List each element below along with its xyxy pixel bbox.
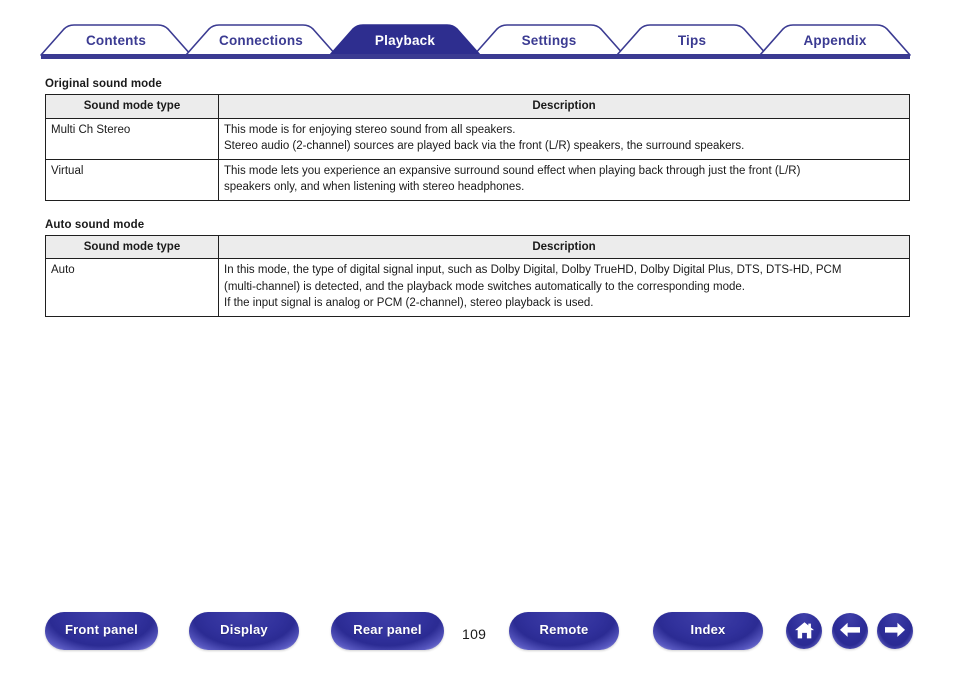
column-header-description: Description — [218, 94, 910, 119]
cell-description: In this mode, the type of digital signal… — [218, 258, 910, 317]
column-header-sound-mode-type: Sound mode type — [45, 94, 219, 119]
table-row: Multi Ch Stereo This mode is for enjoyin… — [45, 117, 910, 160]
description-line: This mode is for enjoying stereo sound f… — [224, 123, 516, 136]
arrow-left-icon[interactable] — [832, 613, 868, 649]
front-panel-button[interactable]: Front panel — [45, 612, 158, 650]
display-button-label: Display — [220, 622, 268, 637]
auto-sound-mode-table: Sound mode type Description Auto In this… — [45, 234, 910, 317]
cell-description: This mode lets you experience an expansi… — [218, 158, 910, 201]
description-line: (multi-channel) is detected, and the pla… — [224, 280, 745, 293]
tab-appendix[interactable]: Appendix — [763, 25, 907, 55]
page-number: 109 — [462, 626, 487, 642]
tab-playback[interactable]: Playback — [333, 25, 477, 55]
original-sound-mode-table: Sound mode type Description Multi Ch Ste… — [45, 94, 910, 201]
display-button[interactable]: Display — [189, 612, 299, 650]
cell-sound-mode-type: Auto — [45, 258, 219, 317]
index-button-label: Index — [690, 622, 726, 637]
tab-settings-label: Settings — [521, 32, 577, 48]
description-line: Stereo audio (2-channel) sources are pla… — [224, 140, 745, 152]
section-title-auto-sound-mode: Auto sound mode — [45, 218, 145, 231]
tab-settings[interactable]: Settings — [477, 25, 621, 55]
tab-connections[interactable]: Connections — [189, 25, 333, 55]
footer-navigation: Front panel Display Rear panel 109 Remot… — [0, 612, 954, 673]
section-title-original-sound-mode: Original sound mode — [45, 78, 162, 90]
tab-contents-label: Contents — [85, 32, 147, 48]
rear-panel-button-label: Rear panel — [353, 622, 422, 637]
front-panel-button-label: Front panel — [65, 622, 138, 637]
table-header-row: Sound mode type Description — [45, 234, 910, 259]
tab-bar: Contents Connections Playback Settings T… — [0, 0, 954, 62]
table-row: Virtual This mode lets you experience an… — [45, 158, 910, 201]
arrow-right-icon[interactable] — [877, 613, 913, 649]
remote-button[interactable]: Remote — [509, 612, 619, 650]
tab-tips-label: Tips — [677, 32, 707, 48]
rear-panel-button[interactable]: Rear panel — [331, 612, 444, 650]
column-header-description: Description — [218, 234, 910, 259]
description-line: speakers only, and when listening with s… — [224, 181, 525, 193]
index-button[interactable]: Index — [653, 612, 763, 650]
description-line: If the input signal is analog or PCM (2-… — [224, 297, 594, 309]
table-header-row: Sound mode type Description — [45, 94, 910, 119]
tab-contents[interactable]: Contents — [44, 25, 188, 55]
home-icon[interactable] — [786, 613, 822, 649]
cell-sound-mode-type: Multi Ch Stereo — [45, 117, 219, 160]
main-content: Original sound mode Sound mode type Desc… — [45, 78, 910, 317]
column-header-sound-mode-type: Sound mode type — [45, 234, 219, 259]
cell-description: This mode is for enjoying stereo sound f… — [218, 117, 910, 160]
tab-appendix-label: Appendix — [803, 32, 867, 48]
tab-playback-label: Playback — [374, 32, 436, 48]
description-line: This mode lets you experience an expansi… — [224, 164, 801, 177]
description-line: In this mode, the type of digital signal… — [224, 264, 842, 276]
tab-connections-label: Connections — [219, 32, 303, 48]
table-row: Auto In this mode, the type of digital s… — [45, 258, 910, 317]
cell-sound-mode-type: Virtual — [45, 158, 219, 201]
remote-button-label: Remote — [539, 622, 589, 637]
tab-tips[interactable]: Tips — [620, 25, 764, 55]
